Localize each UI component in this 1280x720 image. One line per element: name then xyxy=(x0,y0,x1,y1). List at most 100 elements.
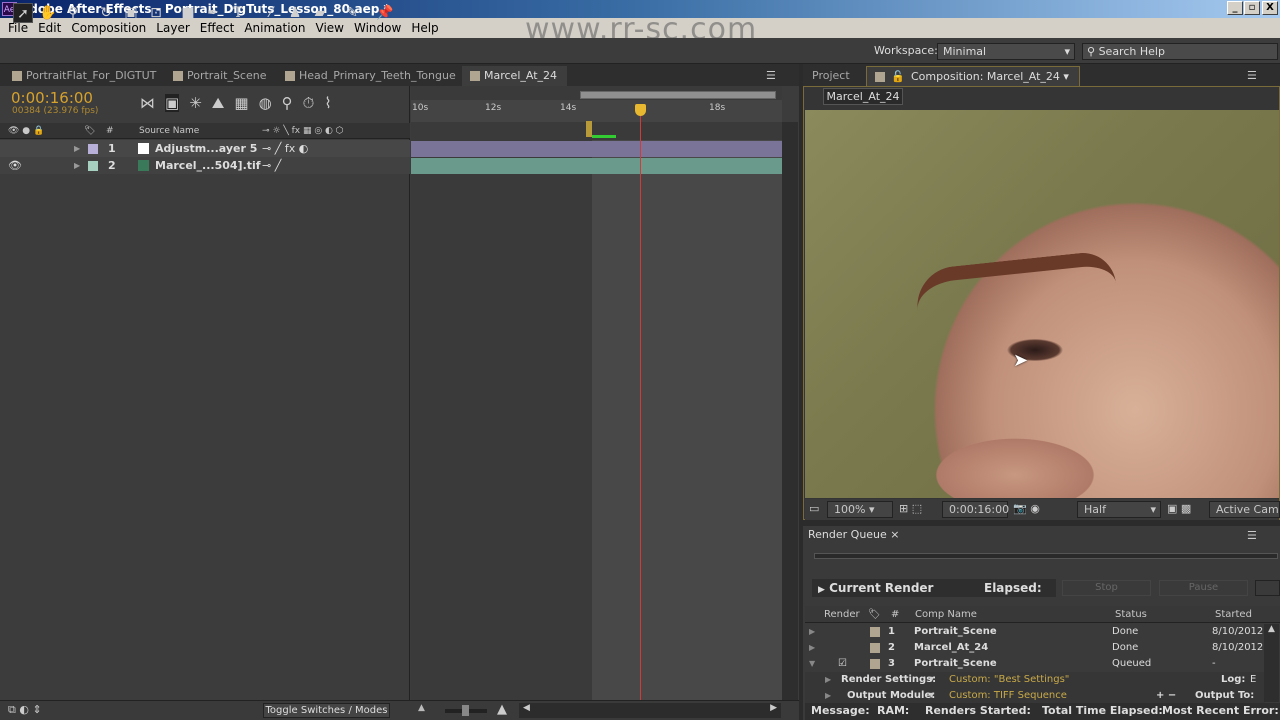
zoom-in-icon[interactable]: ▲ xyxy=(497,702,507,717)
rotate-tool-icon[interactable]: ↻ xyxy=(96,3,116,23)
frame-blending-icon[interactable]: ▦ xyxy=(234,94,248,112)
timeline-scrollbar[interactable] xyxy=(782,122,798,700)
type-tool-icon[interactable]: T xyxy=(228,3,248,23)
render-queue-scrollbar[interactable]: ▲ xyxy=(1264,624,1279,702)
time-navigator[interactable] xyxy=(580,91,776,99)
tab-label: Composition: Marcel_At_24 xyxy=(911,70,1060,83)
layer-row[interactable]: 👁 ▶ 2 Marcel_...504].tif ⊸ ╱ xyxy=(0,157,410,174)
current-time-display[interactable]: 0:00:16:00 xyxy=(11,89,93,107)
comp-name-column[interactable]: Comp Name xyxy=(915,606,977,623)
pause-button[interactable]: Pause xyxy=(1159,580,1248,596)
graph-editor-icon[interactable]: ⌇ xyxy=(324,94,331,112)
camera-tool-icon[interactable]: ▣ xyxy=(121,3,141,23)
layer-switches[interactable]: ⊸ ╱ fx ◐ xyxy=(262,140,308,157)
pan-behind-tool-icon[interactable]: ⊡ xyxy=(146,3,166,23)
started-column[interactable]: Started xyxy=(1215,606,1252,623)
workspace-select[interactable]: Minimal ▾ xyxy=(937,43,1075,60)
render-settings-link[interactable]: Custom: "Best Settings" xyxy=(949,672,1069,688)
roto-brush-tool-icon[interactable]: ✎ xyxy=(342,3,362,23)
log-select[interactable]: E xyxy=(1250,672,1256,688)
safe-areas-icon[interactable]: ⊞ ⬚ xyxy=(899,502,922,515)
zoom-slider[interactable] xyxy=(445,705,487,716)
panel-menu-icon[interactable]: ☰ xyxy=(1247,69,1257,82)
draft-3d-icon[interactable]: ✳ xyxy=(189,94,202,112)
current-render-section[interactable]: ▶ Current Render Elapsed: xyxy=(812,579,1056,597)
viewer-time-display[interactable]: 0:00:16:00 xyxy=(942,501,1009,518)
rectangle-tool-icon[interactable]: ■ xyxy=(178,3,198,23)
puppet-pin-tool-icon[interactable]: 📌 xyxy=(375,3,395,23)
region-transparency-icons[interactable]: ▣ ▩ xyxy=(1167,502,1191,515)
zoom-out-icon[interactable]: ▲ xyxy=(418,703,425,713)
expand-icon[interactable]: ▶ xyxy=(74,140,80,157)
lock-icon[interactable]: 🔓 xyxy=(891,67,905,87)
expand-icon[interactable]: ▶ xyxy=(74,157,80,174)
panel-menu-icon[interactable]: ☰ xyxy=(1247,529,1257,542)
tab-portrait-scene[interactable]: Portrait_Scene xyxy=(165,66,273,86)
magnification-select[interactable]: 100% ▾ xyxy=(827,501,893,518)
render-settings-dropdown[interactable]: ▾ xyxy=(929,672,934,688)
zoom-slider-thumb[interactable] xyxy=(462,705,469,716)
label-color[interactable] xyxy=(88,144,98,154)
label-icon: 🏷 xyxy=(868,609,881,620)
panel-menu-icon[interactable]: ☰ xyxy=(766,69,776,82)
restore-button[interactable]: ▫ xyxy=(1244,1,1260,15)
render-checkbox[interactable]: ☑ xyxy=(838,656,847,672)
auto-keyframe-icon[interactable]: ⏱ xyxy=(303,94,315,112)
num-column[interactable]: # xyxy=(891,606,899,623)
layer-row[interactable]: ▶ 1 Adjustm...ayer 5 ⊸ ╱ fx ◐ xyxy=(0,140,410,157)
footer-switch-icons[interactable]: ⧉ ◐ ⇕ xyxy=(8,703,42,717)
tab-marcel-at-24[interactable]: Marcel_At_24 × xyxy=(462,66,567,102)
menu-help[interactable]: Help xyxy=(407,18,444,38)
layer-name[interactable]: Adjustm...ayer 5 xyxy=(155,140,257,157)
resolution-select[interactable]: Half ▾ xyxy=(1077,501,1161,518)
layer-number: 2 xyxy=(108,159,116,172)
tab-project[interactable]: Project xyxy=(806,66,862,86)
tab-composition[interactable]: 🔓Composition: Marcel_At_24 ▾ × xyxy=(866,66,1080,103)
stop-button[interactable]: Stop xyxy=(1062,580,1151,596)
layer-switches[interactable]: ⊸ ╱ xyxy=(262,157,281,174)
camera-view-select[interactable]: Active Camer xyxy=(1209,501,1280,518)
comp-breadcrumb[interactable]: Marcel_At_24 xyxy=(823,88,903,105)
current-time-indicator[interactable] xyxy=(635,104,646,116)
live-update-icon[interactable]: ▣ xyxy=(165,94,180,112)
comp-mini-flowchart-icon[interactable]: ⋈ xyxy=(140,94,155,112)
snapshot-icon[interactable]: 📷 ◉ xyxy=(1013,502,1040,515)
tab-portraitflat[interactable]: PortraitFlat_For_DIGTUT xyxy=(4,66,164,86)
add-output-icon[interactable]: + − xyxy=(1156,688,1176,704)
motion-blur-icon[interactable]: ◍ xyxy=(259,94,272,112)
tab-head-primary[interactable]: Head_Primary_Teeth_Tongue xyxy=(277,66,456,86)
pen-tool-icon[interactable]: ✒ xyxy=(203,3,223,23)
layer-bar-adjustment[interactable] xyxy=(411,141,782,157)
selection-tool-icon[interactable]: ➚ xyxy=(13,3,33,23)
close-button[interactable]: X xyxy=(1262,1,1278,15)
render-item[interactable]: ▶ 1 Portrait_Scene Done 8/10/2012, xyxy=(805,624,1266,640)
clone-stamp-tool-icon[interactable]: ♟ xyxy=(285,3,305,23)
render-button[interactable] xyxy=(1255,580,1280,596)
output-module-dropdown[interactable]: ▾ xyxy=(929,688,934,704)
output-module-link[interactable]: Custom: TIFF Sequence xyxy=(949,688,1067,704)
status-column[interactable]: Status xyxy=(1115,606,1147,623)
always-preview-icon[interactable]: ▭ xyxy=(809,502,819,515)
layer-bar-marcel[interactable] xyxy=(411,158,782,174)
eraser-tool-icon[interactable]: ▰ xyxy=(310,3,330,23)
time-ruler[interactable] xyxy=(411,100,782,122)
search-help-input[interactable]: ⚲ Search Help xyxy=(1082,43,1278,60)
brush-tool-icon[interactable]: ⁄ xyxy=(261,3,281,23)
render-column[interactable]: Render xyxy=(824,606,860,623)
composition-viewer[interactable]: ➤ xyxy=(805,110,1279,498)
eye-icon[interactable]: 👁 xyxy=(8,157,22,174)
source-name-column[interactable]: Source Name xyxy=(139,123,199,139)
horizontal-scrollbar[interactable]: ◀ ▶ xyxy=(519,703,781,718)
label-color[interactable] xyxy=(88,161,98,171)
layer-name[interactable]: Marcel_...504].tif xyxy=(155,157,261,174)
zoom-tool-icon[interactable]: ⚲ xyxy=(63,3,83,23)
render-item[interactable]: ▶ 2 Marcel_At_24 Done 8/10/2012, xyxy=(805,640,1266,656)
close-icon[interactable]: × xyxy=(890,528,899,541)
tab-render-queue[interactable]: Render Queue × xyxy=(808,528,900,541)
hand-tool-icon[interactable]: ✋ xyxy=(38,3,58,23)
toggle-switches-modes-button[interactable]: Toggle Switches / Modes xyxy=(263,703,390,718)
brainstorm-icon[interactable]: ⚲ xyxy=(282,94,293,112)
minimize-button[interactable]: _ xyxy=(1227,1,1243,15)
shy-layers-icon[interactable]: ⛰ xyxy=(212,94,225,112)
render-item[interactable]: ▼ ☑ 3 Portrait_Scene Queued - xyxy=(805,656,1265,672)
